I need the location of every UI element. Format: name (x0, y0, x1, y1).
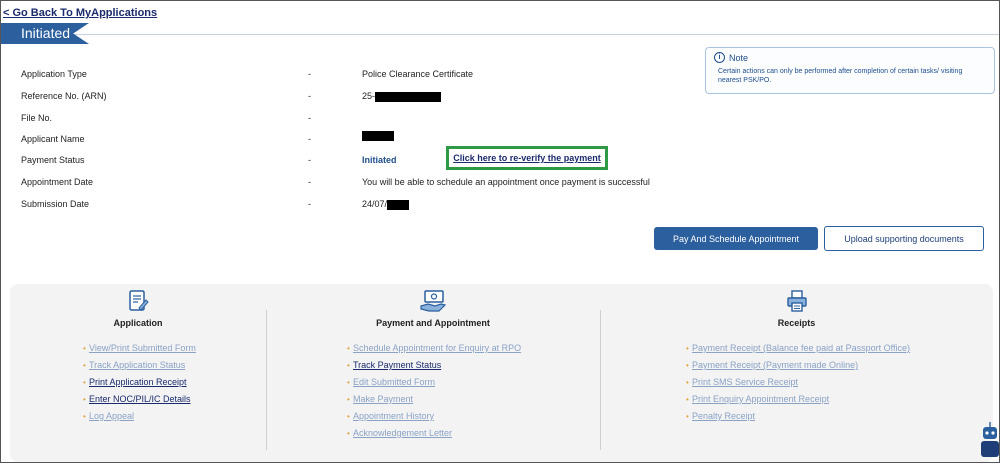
redaction-bar (362, 130, 394, 141)
detail-value: You will be able to schedule an appointm… (362, 177, 650, 187)
detail-label: Submission Date (21, 199, 90, 209)
link-log-appeal[interactable]: Log Appeal (83, 408, 196, 425)
link-acknowledgement-letter[interactable]: Acknowledgement Letter (347, 425, 521, 442)
link-make-payment[interactable]: Make Payment (347, 391, 521, 408)
link-schedule-enquiry-appointment[interactable]: Schedule Appointment for Enquiry at RPO (347, 340, 521, 357)
detail-label: File No. (21, 113, 53, 123)
go-back-link[interactable]: < Go Back To MyApplications (3, 7, 157, 19)
link-penalty-receipt[interactable]: Penalty Receipt (686, 408, 910, 425)
upload-documents-button[interactable]: Upload supporting documents (824, 226, 984, 251)
reverify-highlight-box: Click here to re-verify the payment (446, 146, 608, 170)
link-payment-receipt-balance-fee[interactable]: Payment Receipt (Balance fee paid at Pas… (686, 340, 910, 357)
detail-separator: - (308, 113, 311, 123)
link-track-payment-status[interactable]: Track Payment Status (347, 357, 521, 374)
payment-hand-icon (419, 289, 447, 320)
reverify-payment-link[interactable]: Click here to re-verify the payment (453, 153, 601, 163)
detail-separator: - (308, 91, 311, 101)
link-payment-receipt-online[interactable]: Payment Receipt (Payment made Online) (686, 357, 910, 374)
note-title-text: Note (729, 52, 749, 63)
detail-label: Appointment Date (21, 177, 94, 187)
application-links: View/Print Submitted Form Track Applicat… (83, 340, 196, 425)
link-track-application-status[interactable]: Track Application Status (83, 357, 196, 374)
detail-separator: - (308, 134, 311, 144)
payment-links: Schedule Appointment for Enquiry at RPO … (347, 340, 521, 442)
application-column: Application View/Print Submitted Form Tr… (10, 284, 266, 462)
detail-separator: - (308, 199, 311, 209)
link-view-print-form[interactable]: View/Print Submitted Form (83, 340, 196, 357)
detail-label: Applicant Name (21, 134, 85, 144)
detail-value (362, 130, 394, 141)
link-enter-noc-details[interactable]: Enter NOC/PIL/IC Details (83, 391, 196, 408)
application-form-icon (126, 289, 150, 318)
payment-status-value: Initiated (362, 155, 397, 165)
link-appointment-history[interactable]: Appointment History (347, 408, 521, 425)
note-box: i Note Certain actions can only be perfo… (705, 47, 995, 94)
detail-label: Application Type (21, 69, 87, 79)
actions-panel: Application View/Print Submitted Form Tr… (10, 284, 993, 462)
printer-receipt-icon (785, 289, 809, 318)
detail-separator: - (308, 69, 311, 79)
link-edit-submitted-form[interactable]: Edit Submitted Form (347, 374, 521, 391)
redaction-bar (387, 199, 410, 210)
detail-separator: - (308, 155, 311, 165)
link-print-application-receipt[interactable]: Print Application Receipt (83, 374, 196, 391)
note-text: Certain actions can only be performed af… (718, 68, 963, 84)
note-title: i Note (714, 52, 986, 63)
detail-label: Payment Status (21, 155, 85, 165)
detail-label: Reference No. (ARN) (21, 91, 107, 101)
chatbot-icon[interactable] (979, 421, 999, 464)
link-print-sms-receipt[interactable]: Print SMS Service Receipt (686, 374, 910, 391)
info-icon: i (714, 52, 725, 63)
redaction-bar (375, 91, 442, 102)
detail-value: 24/07/ (362, 199, 410, 210)
submission-date-prefix: 24/07/ (362, 199, 388, 209)
detail-separator: - (308, 177, 311, 187)
receipts-title: Receipts (777, 318, 816, 328)
detail-value: 25- (362, 91, 442, 102)
header-divider (1, 34, 999, 35)
link-print-enquiry-appointment-receipt[interactable]: Print Enquiry Appointment Receipt (686, 391, 910, 408)
payment-title: Payment and Appointment (376, 318, 490, 328)
detail-value: Police Clearance Certificate (362, 69, 474, 79)
payment-column: Payment and Appointment Schedule Appoint… (266, 284, 600, 462)
pay-and-schedule-button[interactable]: Pay And Schedule Appointment (654, 227, 818, 250)
receipts-links: Payment Receipt (Balance fee paid at Pas… (686, 340, 910, 425)
receipts-column: Receipts Payment Receipt (Balance fee pa… (600, 284, 993, 462)
application-title: Application (113, 318, 163, 328)
arn-prefix: 25- (362, 91, 376, 101)
